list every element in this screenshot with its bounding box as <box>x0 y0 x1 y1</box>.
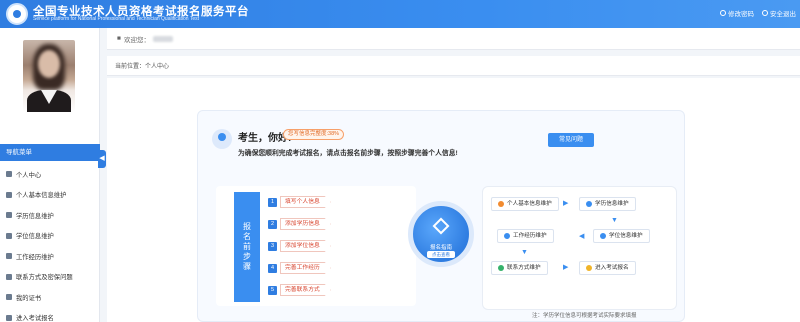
person-icon <box>498 201 504 207</box>
certificate-icon <box>6 294 12 301</box>
flow-node-work[interactable]: 工作经历维护 <box>497 229 554 243</box>
header-links: 修改密码 安全退出 <box>720 8 796 18</box>
info-flow-diagram: 个人基本信息维护 ▶ 学历信息维护 ▼ 学位信息维护 ◀ 工作经历维护 ▼ 联系… <box>482 186 677 310</box>
sidebar-item-certificates[interactable]: 我的证书 <box>0 287 100 308</box>
platform-logo <box>6 3 28 25</box>
sidebar: 导航菜单 个人中心 个人基本信息维护 学历信息维护 学位信息维护 工作经历维护 … <box>0 28 100 322</box>
briefcase-icon <box>6 253 12 260</box>
flow-node-education[interactable]: 学历信息维护 <box>579 197 636 211</box>
platform-subtitle: Service platform for National Profession… <box>33 16 200 22</box>
graduation-cap-icon <box>6 212 12 219</box>
arrow-left-icon: ◀ <box>579 233 585 240</box>
document-icon <box>586 265 592 271</box>
step-item[interactable]: 3 添加学位信息 <box>268 240 331 252</box>
greeting-subtitle: 为确保您顺利完成考试报名，请点击报名前步骤，按照步骤完善个人信息! <box>238 150 458 157</box>
phone-icon <box>498 265 504 271</box>
power-icon <box>762 10 768 16</box>
completion-badge: 您写信息完整度:38% <box>283 129 345 140</box>
briefcase-icon <box>504 233 510 239</box>
guide-icon <box>432 217 450 235</box>
user-avatar-photo <box>23 40 75 112</box>
degree-icon <box>600 233 606 239</box>
pre-registration-steps: 报名前步骤 1 填写个人信息 2 添加学历信息 3 添加学位信息 4 完善工作经历 5完… <box>216 186 416 306</box>
arrow-right-icon: ▶ <box>563 264 569 271</box>
sidebar-item-work[interactable]: 工作经历维护 <box>0 246 100 267</box>
sidebar-item-contact[interactable]: 联系方式及密保问题 <box>0 267 100 288</box>
arrow-right-icon: ▶ <box>563 200 569 207</box>
welcome-bar: ■ 欢迎您： <box>107 28 800 50</box>
sidebar-collapse-button[interactable]: ◀ <box>98 150 106 168</box>
registration-guide-card: 考生，你好! 您写信息完整度:38% 为确保您顺利完成考试报名，请点击报名前步骤… <box>197 110 685 322</box>
flow-node-exam[interactable]: 进入考试报名 <box>579 261 636 275</box>
enter-icon <box>6 314 12 321</box>
faq-button[interactable]: 常见问题 <box>548 133 594 147</box>
breadcrumb: 当前位置：个人中心 <box>107 56 800 76</box>
registration-guide-button[interactable]: 报名指南 点击查看 <box>408 201 474 267</box>
step-item[interactable]: 5 完善联系方式 <box>268 284 331 296</box>
graduation-cap-icon <box>586 201 592 207</box>
main-content: 考生，你好! 您写信息完整度:38% 为确保您顺利完成考试报名，请点击报名前步骤… <box>107 78 800 322</box>
degree-icon <box>6 232 12 239</box>
sidebar-item-education[interactable]: 学历信息维护 <box>0 205 100 226</box>
step-item[interactable]: 1 填写个人信息 <box>268 196 331 208</box>
top-header: 全国专业技术人员资格考试报名服务平台 Service platform for … <box>0 0 800 28</box>
logout-link[interactable]: 安全退出 <box>762 8 796 18</box>
flow-node-personal[interactable]: 个人基本信息维护 <box>491 197 559 211</box>
steps-label: 报名前步骤 <box>234 192 260 302</box>
sidebar-item-personal-center[interactable]: 个人中心 <box>0 164 100 185</box>
candidate-avatar-icon <box>212 129 232 149</box>
flow-node-degree[interactable]: 学位信息维护 <box>593 229 650 243</box>
step-item[interactable]: 4 完善工作经历 <box>268 262 331 274</box>
phone-icon <box>6 273 12 280</box>
flow-node-contact[interactable]: 联系方式维护 <box>491 261 548 275</box>
step-item[interactable]: 2 添加学历信息 <box>268 218 331 230</box>
user-small-icon: ■ <box>117 35 121 42</box>
key-icon <box>720 10 726 16</box>
sidebar-item-basic-info[interactable]: 个人基本信息维护 <box>0 185 100 206</box>
nav-menu-title: 导航菜单 <box>0 144 100 161</box>
sidebar-item-exam-registration[interactable]: 进入考试报名 <box>0 308 100 322</box>
footnote: 注：学历学位信息可根据考试实际要求填报 <box>532 313 637 319</box>
username-redacted <box>152 35 173 42</box>
arrow-down-icon: ▼ <box>521 249 528 256</box>
arrow-down-icon: ▼ <box>611 217 618 224</box>
id-card-icon <box>6 191 12 198</box>
user-icon <box>6 171 12 178</box>
sidebar-item-degree[interactable]: 学位信息维护 <box>0 226 100 247</box>
nav-menu: 个人中心 个人基本信息维护 学历信息维护 学位信息维护 工作经历维护 联系方式及… <box>0 164 100 322</box>
change-password-link[interactable]: 修改密码 <box>720 8 754 18</box>
welcome-text: 欢迎您： <box>123 36 150 44</box>
